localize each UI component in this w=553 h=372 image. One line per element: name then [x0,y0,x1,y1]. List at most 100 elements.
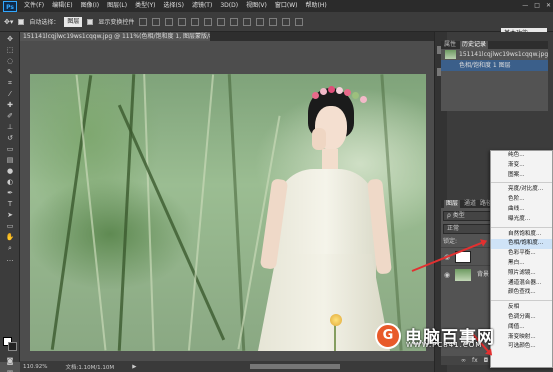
show-transform-checkbox[interactable] [87,18,94,25]
menu-item-black-white[interactable]: 黑白... [491,259,552,269]
blur-tool-icon[interactable]: ● [4,167,16,175]
menu-type[interactable]: 类型(Y) [131,0,159,12]
show-transform-label: 显示变换控件 [98,19,135,26]
menu-item-exposure[interactable]: 曝光度... [491,215,552,225]
path-select-tool-icon[interactable]: ➤ [4,211,16,219]
menu-separator [491,226,552,228]
distribute-bottom-icon[interactable] [243,17,252,26]
eye-icon[interactable]: ◉ [444,271,450,279]
menu-separator [491,300,552,302]
menu-item-pattern[interactable]: 图案... [491,171,552,181]
tools-panel: ✥ ⬚ ◌ ✎ ⌗ ⁄ ✚ ✐ ⊥ ↺ ▭ ▤ ● ◐ ✒ T ➤ ▭ ✋ ⌕ … [0,32,20,372]
distribute-middle-icon[interactable] [230,17,239,26]
healing-brush-tool-icon[interactable]: ✚ [4,101,16,109]
menu-item-invert[interactable]: 反相 [491,303,552,313]
background-layer-thumbnail [455,269,471,281]
zoom-tool-icon[interactable]: ⌕ [4,244,16,252]
add-mask-icon[interactable]: ◘ [484,357,489,364]
distribute-top-icon[interactable] [217,17,226,26]
menu-edit[interactable]: 编辑(E) [48,0,76,12]
menu-item-channel-mixer[interactable]: 通道混合器... [491,279,552,289]
menu-item-photo-filter[interactable]: 照片滤镜... [491,269,552,279]
menu-filter[interactable]: 滤镜(T) [188,0,216,12]
zoom-readout[interactable]: 110.92% [23,364,47,370]
menu-view[interactable]: 视图(V) [242,0,271,12]
move-tool-icon[interactable]: ✥ [4,35,16,43]
menu-window[interactable]: 窗口(W) [271,0,302,12]
align-top-icon[interactable] [139,17,148,26]
layer-style-icon[interactable]: fx [472,357,478,364]
shape-tool-icon[interactable]: ▭ [4,222,16,230]
yellow-flower [330,314,342,326]
document-size: 文档:1.10M/1.10M [65,364,115,371]
document-tab[interactable]: 151141lcqjlwc19ws1cqqw.jpg @ 111%(色相/饱和度… [20,32,210,41]
eyedropper-tool-icon[interactable]: ⁄ [4,90,16,98]
crop-tool-icon[interactable]: ⌗ [4,79,16,87]
minimize-button[interactable]: — [522,0,528,12]
menu-layer[interactable]: 图层(L) [103,0,131,12]
menu-3d[interactable]: 3D(D) [216,0,242,12]
hand [312,128,326,150]
align-middle-icon[interactable] [152,17,161,26]
link-layers-icon[interactable]: ∞ [461,357,466,364]
more-tools-icon[interactable]: … [4,255,16,263]
menu-image[interactable]: 图像(I) [77,0,103,12]
brush-tool-icon[interactable]: ✐ [4,112,16,120]
align-bottom-icon[interactable] [165,17,174,26]
menu-item-brightness-contrast[interactable]: 亮度/对比度... [491,185,552,195]
tab-channels[interactable]: 通道 [464,200,476,208]
menu-help[interactable]: 帮助(H) [302,0,331,12]
history-step[interactable]: 色相/饱和度 1 图层 [441,60,548,71]
align-left-icon[interactable] [178,17,187,26]
menu-item-hue-saturation[interactable]: 色相/饱和度... [491,239,552,250]
menu-item-color-balance[interactable]: 色彩平衡... [491,249,552,259]
marquee-tool-icon[interactable]: ⬚ [4,46,16,54]
menu-item-color-lookup[interactable]: 颜色查找... [491,288,552,298]
move-tool-icon[interactable]: ✥▾ [4,18,13,26]
lasso-tool-icon[interactable]: ◌ [4,57,16,65]
tab-properties[interactable]: 属性 [444,41,456,49]
history-snapshot[interactable]: 151141lcqjlwc19ws1cqqw.jpg [441,49,548,60]
menu-item-vibrance[interactable]: 自然饱和度... [491,230,552,240]
3d-mode-icon[interactable] [269,17,278,26]
status-arrow-icon[interactable]: ▶ [132,364,136,370]
auto-select-dropdown[interactable]: 图层 [64,16,83,27]
history-brush-tool-icon[interactable]: ↺ [4,134,16,142]
tab-layers[interactable]: 图层 [444,200,461,208]
tab-history[interactable]: 历史记录 [460,41,489,49]
quick-mask-icon[interactable]: ◙ [4,357,16,365]
background-color-swatch[interactable] [8,342,17,351]
menu-item-levels[interactable]: 色阶... [491,195,552,205]
maximize-button[interactable]: □ [534,0,540,12]
hand-tool-icon[interactable]: ✋ [4,233,16,241]
pen-tool-icon[interactable]: ✒ [4,189,16,197]
watermark-url: WWW.PC841.COM [406,341,483,349]
align-right-icon[interactable] [204,17,213,26]
menu-select[interactable]: 选择(S) [159,0,188,12]
clone-stamp-tool-icon[interactable]: ⊥ [4,123,16,131]
layer-name: 背景 [477,271,490,278]
align-center-icon[interactable] [191,17,200,26]
menu-item-gradient[interactable]: 渐变... [491,161,552,171]
horizontal-scrollbar[interactable] [250,364,340,369]
watermark-logo: G [375,322,401,349]
menu-file[interactable]: 文件(F) [20,0,48,12]
distribute-left-icon[interactable] [256,17,265,26]
canvas-area[interactable] [20,41,434,361]
quick-select-tool-icon[interactable]: ✎ [4,68,16,76]
type-tool-icon[interactable]: T [4,200,16,208]
watermark: G 电脑百事网 WWW.PC841.COM [375,313,553,358]
menu-item-solid-color[interactable]: 纯色... [491,151,552,161]
3d-rotate-icon[interactable] [282,17,291,26]
gradient-tool-icon[interactable]: ▤ [4,156,16,164]
eraser-tool-icon[interactable]: ▭ [4,145,16,153]
history-item-label: 151141lcqjlwc19ws1cqqw.jpg [459,51,549,58]
snapshot-thumbnail [445,50,456,59]
close-button[interactable]: ✕ [546,0,551,12]
dodge-tool-icon[interactable]: ◐ [4,178,16,186]
menu-item-curves[interactable]: 曲线... [491,205,552,215]
menu-separator [491,182,552,184]
auto-select-checkbox[interactable] [18,18,25,25]
3d-pan-icon[interactable] [295,17,304,26]
menu-bar: Ps 文件(F) 编辑(E) 图像(I) 图层(L) 类型(Y) 选择(S) 滤… [0,0,553,12]
